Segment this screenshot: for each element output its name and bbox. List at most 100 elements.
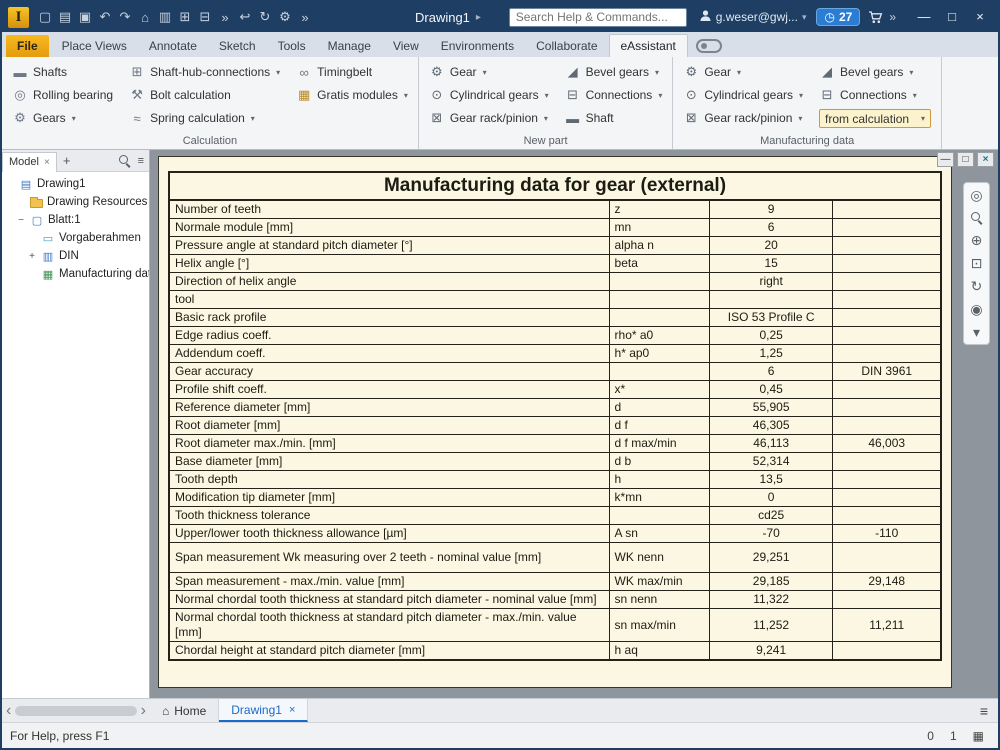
combo-from-calculation[interactable]: from calculation▾ [819,109,931,128]
cell-sym: h aq [609,642,709,661]
table-row: Root diameter [mm]d f46,305 [169,417,941,435]
search-input[interactable] [509,8,687,27]
save-icon[interactable]: ▣ [75,9,95,25]
button-rolling-bearing[interactable]: ◎Rolling bearing [12,86,113,104]
tree-item-vorgaberahmen[interactable]: ▭Vorgaberahmen [2,229,149,247]
scrollbar-thumb[interactable] [15,706,136,716]
title-expand-icon[interactable]: ▸ [476,12,481,23]
button-shaft[interactable]: ▬Shaft [565,109,663,127]
cell-v1: 46,113 [709,435,833,453]
panel-toggle-icon[interactable] [696,39,722,53]
button-spring-calculation[interactable]: ≈Spring calculation▾ [129,109,280,127]
browser-tab-model[interactable]: Model × [2,152,57,172]
button-cylindrical-gears[interactable]: ⊙Cylindrical gears▾ [429,86,549,104]
tab-annotate[interactable]: Annotate [138,35,208,57]
update-icon[interactable]: ↻ [255,9,275,25]
minimize-doc-button[interactable]: — [937,152,954,167]
search-icon[interactable] [118,154,131,167]
grid-icon[interactable]: ▦ [973,729,984,743]
zoom-window-icon[interactable]: ⊡ [971,256,983,270]
account-menu[interactable]: g.weser@gwj... ▾ [699,9,807,25]
tab-tools[interactable]: Tools [267,35,317,57]
tree-item-manufacturing-data[interactable]: ▦Manufacturing data [2,265,149,283]
pan-icon[interactable]: ⊕ [971,233,983,247]
new-file-icon[interactable]: ▢ [35,9,55,25]
gear-icon: ⚙ [683,64,699,80]
tab-file[interactable]: File [6,35,49,57]
browser-menu-icon[interactable]: ≡ [138,155,144,167]
tools-icon[interactable]: ⚙ [275,9,295,25]
home-icon[interactable]: ⌂ [135,10,155,25]
cell-v1: 6 [709,219,833,237]
tab-eassistant[interactable]: eAssistant [609,34,688,57]
tab-sketch[interactable]: Sketch [208,35,267,57]
tab-manage[interactable]: Manage [317,35,382,57]
close-button[interactable]: × [966,6,994,28]
tree-item-drawing-resources[interactable]: Drawing Resources [2,193,149,211]
tree-item-drawing1[interactable]: ▤Drawing1 [2,175,149,193]
nav-wheel-icon[interactable]: ◎ [970,188,982,202]
button-bevel-gears[interactable]: ◢Bevel gears▾ [819,63,931,81]
zoom-icon[interactable] [970,211,983,224]
cell-v2 [833,417,941,435]
button-gear-rack-pinion[interactable]: ⊠Gear rack/pinion▾ [683,109,803,127]
maximize-button[interactable]: □ [938,6,966,28]
tab-place-views[interactable]: Place Views [51,35,138,57]
cart-icon[interactable] [868,11,883,24]
drawing-viewport[interactable]: — □ × Manufacturing data for gear (exter… [150,150,998,698]
undo-icon[interactable]: ↶ [95,9,115,25]
button-gears[interactable]: ⚙Gears▾ [12,109,113,127]
close-icon[interactable]: × [289,704,295,716]
close-icon[interactable]: × [44,157,50,168]
titlebar-overflow-icon[interactable]: » [889,10,896,24]
tree-item-din[interactable]: +▥DIN [2,247,149,265]
button-gratis-modules[interactable]: ▦Gratis modules▾ [296,86,408,104]
cell-v2 [833,642,941,661]
button-shafts[interactable]: ▬Shafts [12,63,113,81]
more-views-icon[interactable]: ▾ [973,325,980,339]
tab-view[interactable]: View [382,35,430,57]
button-bevel-gears[interactable]: ◢Bevel gears▾ [565,63,663,81]
redo-icon[interactable]: ↷ [115,9,135,25]
inventor-logo-icon[interactable]: I [8,7,29,28]
tree-item-blatt-1[interactable]: −▢Blatt:1 [2,211,149,229]
button-gear[interactable]: ⚙Gear▾ [429,63,549,81]
tab-drawing1[interactable]: Drawing1 × [219,699,308,722]
scroll-right-icon[interactable]: › [141,702,146,720]
button-gear[interactable]: ⚙Gear▾ [683,63,803,81]
sheet-format-icon[interactable]: ⊞ [175,9,195,25]
tab-collaborate[interactable]: Collaborate [525,35,608,57]
add-browser-tab-button[interactable]: + [57,153,77,168]
button-connections[interactable]: ⊟Connections▾ [565,86,663,104]
cell-v1: 1,25 [709,345,833,363]
tab-list-menu-icon[interactable]: ≡ [980,703,998,719]
restore-doc-button[interactable]: □ [957,152,974,167]
minimize-button[interactable]: — [910,6,938,28]
scroll-left-icon[interactable]: ‹ [6,702,11,720]
trial-timer-badge[interactable]: ◷ 27 [816,8,860,26]
browser-hscrollbar[interactable]: ‹ › [2,702,150,720]
open-file-icon[interactable]: ▤ [55,9,75,25]
tab-environments[interactable]: Environments [430,35,525,57]
return-icon[interactable]: ↩ [235,9,255,25]
copy-icon[interactable]: ⊟ [195,9,215,25]
orbit-icon[interactable]: ↻ [971,279,983,293]
button-cylindrical-gears[interactable]: ⊙Cylindrical gears▾ [683,86,803,104]
qat-more-icon[interactable]: » [295,10,315,25]
button-timingbelt[interactable]: ∞Timingbelt [296,63,408,81]
materials-icon[interactable]: ▥ [155,9,175,25]
button-gear-rack-pinion[interactable]: ⊠Gear rack/pinion▾ [429,109,549,127]
button-bolt-calculation[interactable]: ⚒Bolt calculation [129,86,280,104]
expander-icon[interactable]: + [27,251,37,262]
button-connections[interactable]: ⊟Connections▾ [819,86,931,104]
status-bar: For Help, press F1 0 1 ▦ [2,722,998,748]
cell-sym: sn max/min [609,609,709,642]
qat-overflow-icon[interactable]: » [215,10,235,25]
expander-icon[interactable]: − [16,215,26,226]
cell-v1: 29,185 [709,573,833,591]
cell-desc: Tooth thickness tolerance [169,507,609,525]
close-doc-button[interactable]: × [977,152,994,167]
tab-home[interactable]: ⌂ Home [150,699,219,722]
button-shaft-hub-connections[interactable]: ⊞Shaft-hub-connections▾ [129,63,280,81]
look-at-icon[interactable]: ◉ [970,302,982,316]
